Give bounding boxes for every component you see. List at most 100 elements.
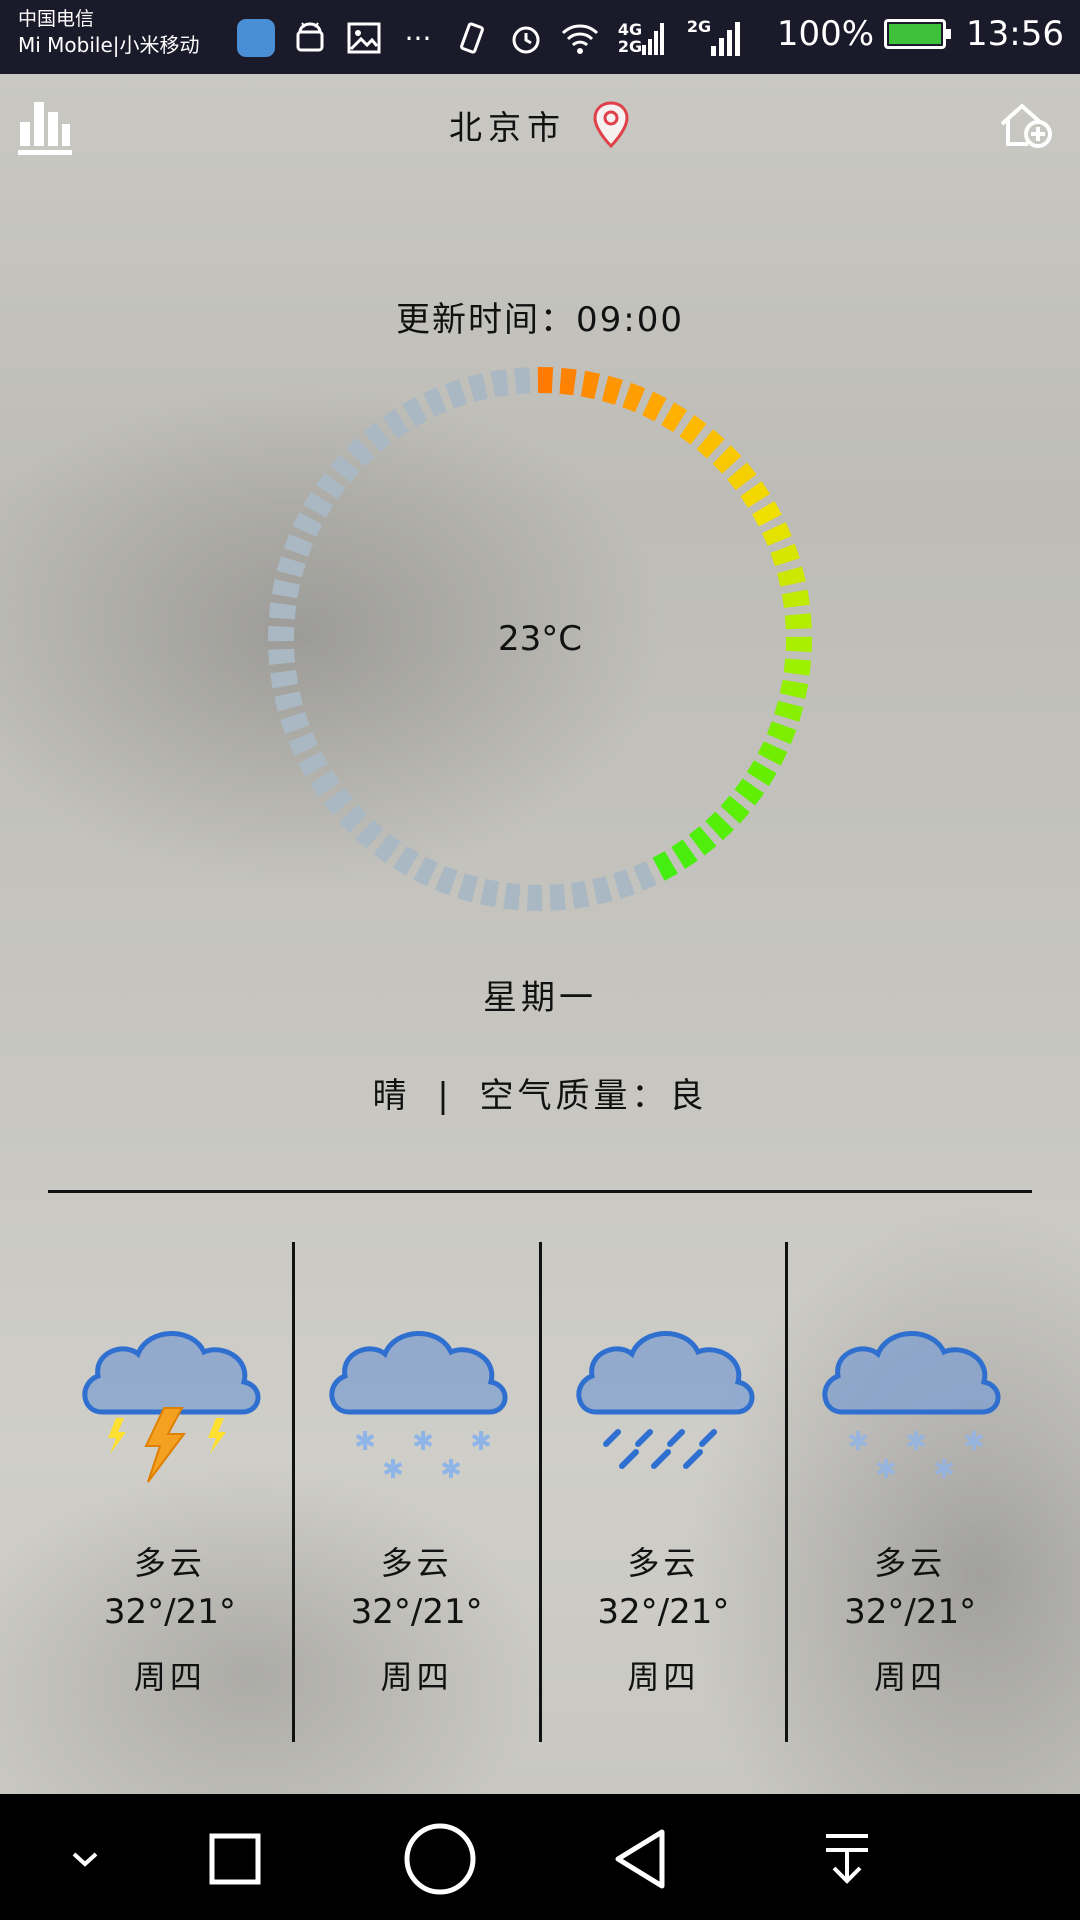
- gauge-tick: [480, 878, 500, 908]
- gauge-tick: [274, 691, 303, 712]
- gauge-tick: [280, 711, 310, 735]
- gauge-tick-active: [757, 741, 788, 766]
- status-bar: 中国电信 Mi Mobile|小米移动 ··· 4G 2G 2G 100% 13…: [0, 0, 1080, 74]
- city-name[interactable]: 北京市: [449, 108, 566, 147]
- gauge-tick: [268, 602, 297, 620]
- android-icon: [290, 18, 330, 58]
- gauge-tick: [490, 369, 509, 398]
- carrier-line-2: Mi Mobile|小米移动: [18, 33, 200, 57]
- forecast-day-name: 周四: [627, 1658, 700, 1696]
- gauge-tick: [434, 865, 458, 896]
- gauge-tick-active: [580, 370, 600, 400]
- vibrate-icon: [452, 18, 492, 58]
- gauge-tick-active: [779, 679, 809, 699]
- forecast-day[interactable]: ✱ ✱ ✱ ✱ ✱ 多云 32°/21° 周四: [291, 1242, 539, 1742]
- battery-percent: 100%: [776, 14, 875, 54]
- forecast-day[interactable]: ✱ ✱ ✱ ✱ ✱ 多云 32°/21° 周四: [785, 1242, 1032, 1742]
- recents-icon[interactable]: [200, 1824, 270, 1894]
- gauge-tick-active: [774, 700, 804, 722]
- rain-icon: [575, 1331, 754, 1469]
- gauge-tick-active: [696, 429, 725, 459]
- gauge-tick: [346, 437, 375, 467]
- air-quality-label: 空气质量：: [479, 1076, 670, 1116]
- clock: 13:56: [966, 14, 1064, 54]
- signal-4g-icon: 4G 2G: [614, 18, 668, 58]
- status-icons: ··· 4G 2G 2G: [236, 14, 746, 62]
- gauge-tick-active: [734, 778, 765, 806]
- separator: |: [437, 1076, 453, 1116]
- forecast-range: 32°/21°: [350, 1592, 483, 1632]
- gauge-tick-active: [661, 402, 688, 433]
- gauge-tick-active: [740, 481, 770, 508]
- gauge-tick-active: [712, 445, 742, 474]
- health-app-icon: [236, 18, 276, 58]
- forecast-desc: 多云: [874, 1544, 947, 1582]
- gauge-tick-active: [537, 367, 554, 394]
- gauge-tick: [549, 883, 566, 911]
- svg-text:✱: ✱: [905, 1427, 927, 1457]
- weekday: 星期一: [483, 978, 597, 1018]
- net-2g-label-a: 2G: [617, 37, 643, 56]
- svg-text:✱: ✱: [470, 1427, 492, 1457]
- svg-text:✱: ✱: [412, 1427, 434, 1457]
- condition: 晴: [372, 1076, 411, 1116]
- gauge-tick-active: [752, 501, 782, 527]
- gauge-tick-active: [781, 589, 810, 608]
- gauge-tick: [592, 876, 613, 905]
- gauge-tick-active: [652, 851, 678, 881]
- gauge-tick: [270, 670, 299, 689]
- update-label: 更新时间：: [396, 300, 576, 340]
- more-icon: ···: [404, 21, 432, 55]
- gauge-tick: [373, 833, 401, 864]
- gauge-tick: [633, 861, 657, 891]
- gauge-tick: [355, 819, 384, 849]
- gauge-tick-active: [679, 414, 707, 445]
- forecast-list: 多云 32°/21° 周四 ✱ ✱ ✱ ✱ ✱ 多云 32°/21° 周四 多云…: [48, 1242, 1032, 1742]
- home-icon[interactable]: [402, 1821, 478, 1897]
- collapse-icon[interactable]: [50, 1824, 120, 1894]
- air-quality-value: 良: [669, 1076, 708, 1116]
- forecast-desc: 多云: [133, 1544, 206, 1582]
- location-pin-icon[interactable]: [591, 100, 631, 150]
- gauge-tick: [303, 491, 334, 518]
- svg-text:✱: ✱: [440, 1455, 462, 1485]
- notification-pull-icon[interactable]: [812, 1824, 882, 1894]
- gauge-tick-active: [720, 795, 750, 824]
- gauge-tick: [310, 770, 340, 797]
- gauge-tick: [363, 422, 392, 452]
- gauge-tick: [271, 579, 301, 599]
- forecast-day[interactable]: 多云 32°/21° 周四: [48, 1242, 292, 1742]
- forecast-day-name: 周四: [874, 1658, 947, 1696]
- update-value: 09:00: [576, 300, 684, 340]
- gauge-tick: [292, 512, 323, 537]
- condition-line: 晴 | 空气质量：良: [0, 1068, 1080, 1117]
- gauge-tick: [526, 884, 543, 911]
- gauge-tick: [457, 873, 479, 903]
- carrier-info: 中国电信 Mi Mobile|小米移动: [18, 6, 200, 58]
- net-4g-label: 4G: [617, 20, 643, 39]
- status-right: 100% 13:56: [777, 14, 1064, 54]
- gauge-tick: [612, 869, 636, 899]
- forecast-day-name: 周四: [380, 1658, 453, 1696]
- gauge-tick: [315, 472, 346, 500]
- svg-text:✱: ✱: [933, 1455, 955, 1485]
- gauge-tick-active: [622, 382, 646, 413]
- gauge-tick: [323, 787, 353, 816]
- gauge-tick: [503, 882, 521, 911]
- gauge-tick-active: [766, 721, 797, 745]
- add-city-icon[interactable]: [998, 100, 1054, 150]
- image-icon: [344, 18, 384, 58]
- navigation-bar: [0, 1794, 1080, 1920]
- svg-text:✱: ✱: [354, 1427, 376, 1457]
- gauge-tick: [276, 556, 306, 578]
- back-icon[interactable]: [606, 1824, 676, 1894]
- divider: [48, 1190, 1032, 1193]
- forecast-range: 32°/21°: [844, 1592, 977, 1632]
- gauge-tick: [444, 379, 468, 409]
- gauge-tick: [571, 880, 590, 909]
- svg-text:✱: ✱: [847, 1427, 869, 1457]
- gauge-tick-active: [705, 811, 734, 841]
- gauge-tick: [283, 533, 314, 557]
- forecast-day[interactable]: 多云 32°/21° 周四: [538, 1242, 786, 1742]
- gauge-tick-active: [762, 522, 792, 546]
